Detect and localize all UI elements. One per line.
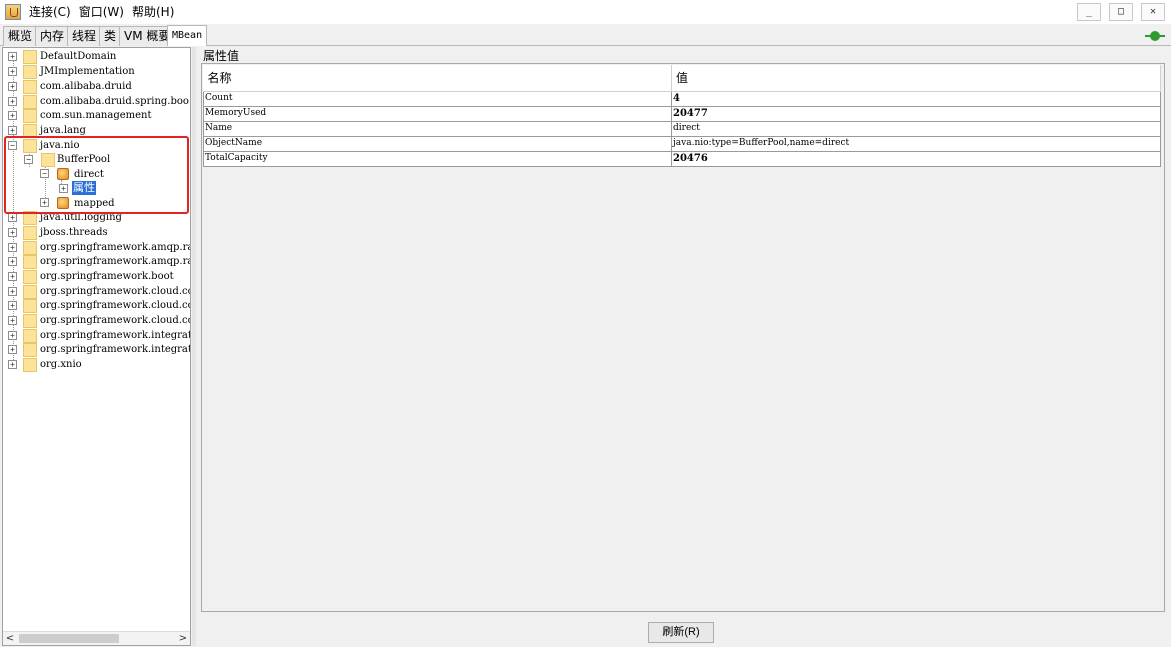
tree-node-sun-management[interactable]: com.sun.management [40, 109, 152, 123]
mbean-tree: + DefaultDomain + JMImplementation + com… [2, 47, 191, 646]
folder-icon [23, 80, 37, 94]
tree-node-spring-cloud-1[interactable]: org.springframework.cloud.co [40, 285, 190, 299]
tab-bar: 概览 内存 线程 类 VM 概要 MBean [0, 24, 1171, 46]
attribute-panel: 属性值 名称 值 Count 4 MemoryUsed 20477 Name d… [197, 47, 1169, 615]
attribute-name: MemoryUsed [203, 105, 672, 122]
table-row[interactable]: Name direct [203, 120, 1161, 137]
folder-icon [23, 358, 37, 372]
folder-icon [23, 329, 37, 343]
menu-bar: 连接(C) 窗口(W) 帮助(H) _ □ ✕ [0, 0, 1171, 24]
column-header-value[interactable]: 值 [671, 65, 1161, 92]
expand-toggle-icon[interactable]: + [8, 52, 17, 61]
restore-button[interactable]: □ [1109, 3, 1133, 21]
folder-icon [23, 50, 37, 64]
column-header-name[interactable]: 名称 [203, 65, 672, 92]
expand-toggle-icon[interactable]: + [8, 97, 17, 106]
tree-node-spring-integration-1[interactable]: org.springframework.integrat [40, 329, 190, 343]
attribute-value[interactable]: 20477 [671, 105, 1161, 122]
menu-window[interactable]: 窗口(W) [75, 0, 128, 24]
tree-node-xnio[interactable]: org.xnio [40, 358, 82, 372]
attribute-name: Count [203, 90, 672, 107]
expand-toggle-icon[interactable]: + [8, 272, 17, 281]
expand-toggle-icon[interactable]: + [8, 111, 17, 120]
expand-toggle-icon[interactable]: + [8, 345, 17, 354]
attribute-table-container: 名称 值 Count 4 MemoryUsed 20477 Name direc… [201, 63, 1165, 612]
close-button[interactable]: ✕ [1141, 3, 1165, 21]
folder-icon [23, 299, 37, 313]
folder-icon [23, 95, 37, 109]
folder-icon [23, 285, 37, 299]
expand-toggle-icon[interactable]: + [8, 67, 17, 76]
attribute-name: TotalCapacity [203, 150, 672, 167]
table-row[interactable]: MemoryUsed 20477 [203, 105, 1161, 122]
tab-classes[interactable]: 类 [99, 26, 122, 46]
folder-icon [23, 109, 37, 123]
horizontal-scrollbar[interactable]: < > [3, 631, 190, 645]
attribute-value[interactable]: 20476 [671, 150, 1161, 167]
tree-node-jboss-threads[interactable]: jboss.threads [40, 226, 108, 240]
expand-toggle-icon[interactable]: + [8, 301, 17, 310]
refresh-button[interactable]: 刷新(R) [648, 622, 714, 643]
expand-toggle-icon[interactable]: + [8, 360, 17, 369]
java-app-icon [5, 4, 21, 20]
expand-toggle-icon[interactable]: + [8, 287, 17, 296]
table-row[interactable]: Count 4 [203, 90, 1161, 107]
attribute-value[interactable]: 4 [671, 90, 1161, 107]
tree-node-spring-boot[interactable]: org.springframework.boot [40, 270, 174, 284]
split-pane-divider[interactable] [192, 47, 196, 646]
folder-icon [23, 65, 37, 79]
expand-toggle-icon[interactable]: + [8, 331, 17, 340]
tree-node-druid[interactable]: com.alibaba.druid [40, 80, 132, 94]
folder-icon [23, 255, 37, 269]
minimize-button[interactable]: _ [1077, 3, 1101, 21]
expand-toggle-icon[interactable]: + [8, 126, 17, 135]
tree-node-spring-amqp-2[interactable]: org.springframework.amqp.rab [40, 255, 190, 269]
tree-node-defaultdomain[interactable]: DefaultDomain [40, 50, 116, 64]
expand-toggle-icon[interactable]: + [8, 243, 17, 252]
folder-icon [23, 226, 37, 240]
attribute-name: Name [203, 120, 672, 137]
tab-overview[interactable]: 概览 [3, 26, 38, 46]
table-row[interactable]: ObjectName java.nio:type=BufferPool,name… [203, 135, 1161, 152]
highlight-box [4, 136, 189, 214]
folder-icon [23, 314, 37, 328]
folder-icon [23, 241, 37, 255]
tree-node-jmimplementation[interactable]: JMImplementation [40, 65, 135, 79]
attribute-values-title: 属性值 [203, 49, 240, 63]
attribute-table: 名称 值 Count 4 MemoryUsed 20477 Name direc… [203, 65, 1161, 167]
table-row[interactable]: TotalCapacity 20476 [203, 150, 1161, 167]
tree-node-spring-cloud-2[interactable]: org.springframework.cloud.co [40, 299, 190, 313]
bottom-bar: 刷新(R) [197, 616, 1169, 646]
expand-toggle-icon[interactable]: + [8, 213, 17, 222]
expand-toggle-icon[interactable]: + [8, 82, 17, 91]
tree-node-spring-cloud-3[interactable]: org.springframework.cloud.co [40, 314, 190, 328]
tab-threads[interactable]: 线程 [67, 26, 102, 46]
tree-node-spring-amqp-1[interactable]: org.springframework.amqp.rab [40, 241, 190, 255]
expand-toggle-icon[interactable]: + [8, 228, 17, 237]
attribute-value[interactable]: direct [671, 120, 1161, 137]
tree-node-spring-integration-2[interactable]: org.springframework.integrat [40, 343, 190, 357]
tree-node-druid-spring-boot[interactable]: com.alibaba.druid.spring.boo [40, 95, 189, 109]
menu-connect[interactable]: 连接(C) [25, 0, 75, 24]
window-controls: _ □ ✕ [1077, 3, 1165, 21]
tab-mbean[interactable]: MBean [167, 25, 208, 46]
scroll-left-icon[interactable]: < [3, 632, 17, 645]
attribute-value[interactable]: java.nio:type=BufferPool,name=direct [671, 135, 1161, 152]
attribute-name: ObjectName [203, 135, 672, 152]
tab-memory[interactable]: 内存 [35, 26, 70, 46]
folder-icon [23, 270, 37, 284]
scrollbar-thumb[interactable] [19, 634, 119, 643]
expand-toggle-icon[interactable]: + [8, 257, 17, 266]
expand-toggle-icon[interactable]: + [8, 316, 17, 325]
connection-plug-icon [1145, 30, 1165, 42]
scroll-right-icon[interactable]: > [176, 632, 190, 645]
menu-help[interactable]: 帮助(H) [128, 0, 178, 24]
folder-icon [23, 343, 37, 357]
